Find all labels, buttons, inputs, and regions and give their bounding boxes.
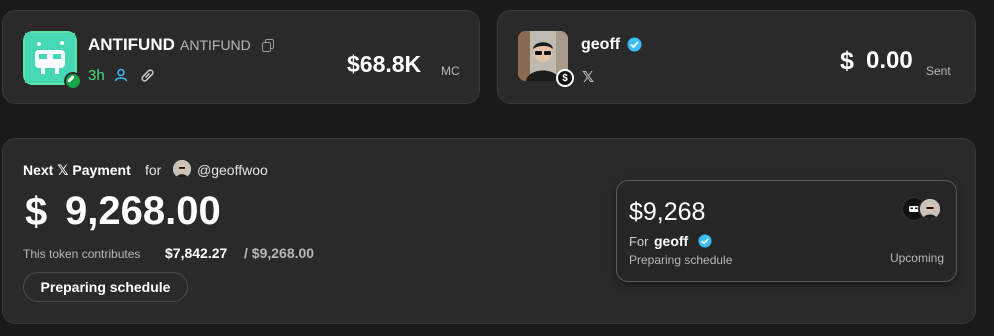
sent-label: Sent [926, 64, 951, 78]
upcoming-for-label: For [629, 234, 649, 249]
creator-name[interactable]: geoff [581, 36, 620, 54]
payment-card: Next 𝕏 Payment for @geoffwoo $ 9,268.00 … [2, 138, 976, 324]
token-age: 3h [88, 67, 105, 84]
pill-badge-icon [64, 72, 82, 90]
preparing-schedule-button[interactable]: Preparing schedule [23, 272, 188, 302]
upcoming-amount: $9,268 [629, 198, 706, 226]
recipient-avatar [173, 160, 191, 178]
market-cap-value: $68.8K [347, 51, 422, 77]
user-icon[interactable] [114, 68, 128, 87]
x-social-icon[interactable]: 𝕏 [582, 68, 594, 86]
market-cap-label: MC [441, 64, 460, 78]
verified-badge-icon [627, 37, 642, 57]
upcoming-status: Preparing schedule [629, 253, 733, 267]
creator-card[interactable]: $ geoff 𝕏 $ 0.00 Sent [497, 10, 976, 104]
link-icon[interactable] [140, 68, 155, 88]
payment-currency-icon: $ [25, 190, 48, 234]
contribution-total: / $9,268.00 [244, 245, 315, 261]
payment-title: Next 𝕏 Payment [23, 162, 131, 178]
token-card[interactable]: ANTIFUND ANTIFUND 3h $68.8K MC [2, 10, 480, 104]
copy-icon[interactable] [262, 39, 274, 57]
upcoming-payment-card[interactable]: $9,268 For geoff Preparing schedule Upco… [616, 180, 957, 282]
sent-currency-icon: $ [840, 47, 854, 75]
recipient-handle[interactable]: @geoffwoo [197, 162, 268, 178]
token-logo [23, 31, 82, 90]
verified-badge-icon [698, 234, 712, 253]
upcoming-participants [902, 197, 944, 221]
contribution-label: This token contributes [23, 247, 141, 261]
payment-amount: 9,268.00 [65, 189, 221, 233]
token-ticker: ANTIFUND [180, 37, 251, 53]
payment-for-label: for [145, 162, 162, 178]
recipient-mini-avatar [918, 197, 942, 221]
sent-value: 0.00 [866, 47, 913, 74]
upcoming-recipient-name: geoff [654, 233, 689, 249]
creator-token-badge-icon: $ [556, 69, 574, 87]
creator-avatar[interactable]: $ [518, 31, 574, 87]
upcoming-label: Upcoming [889, 251, 944, 265]
token-name[interactable]: ANTIFUND [88, 35, 175, 55]
contribution-value: $7,842.27 [165, 245, 228, 261]
